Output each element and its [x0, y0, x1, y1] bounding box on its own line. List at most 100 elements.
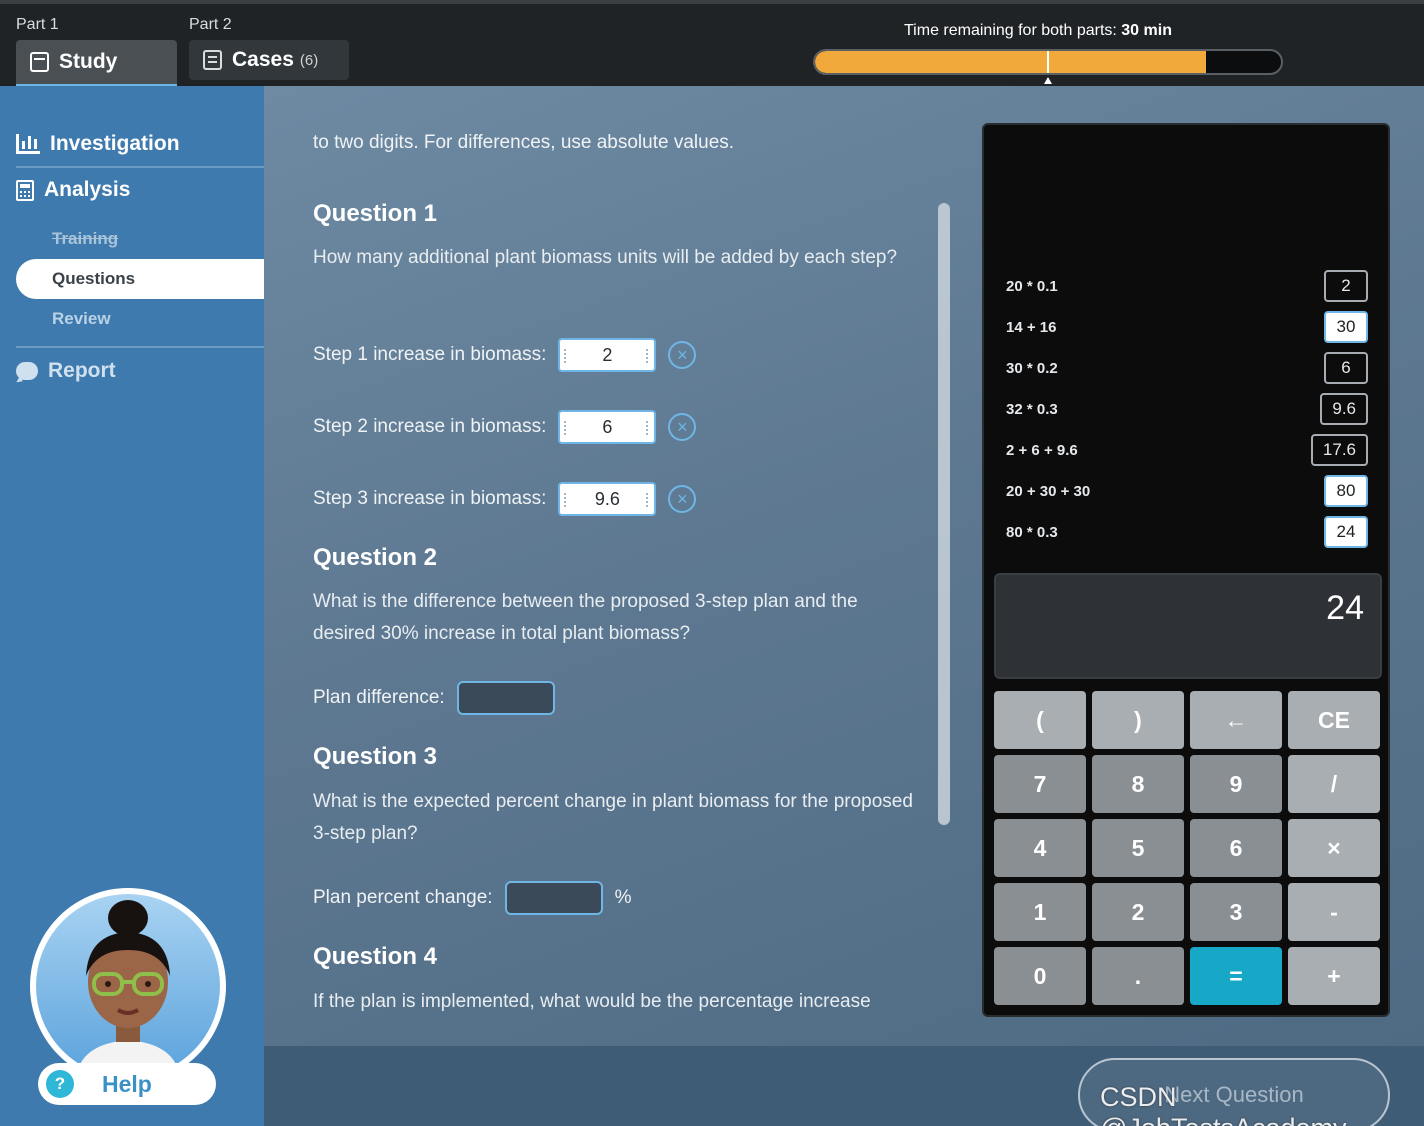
tab-study[interactable]: Study — [16, 40, 177, 88]
calc-key[interactable]: ( — [994, 691, 1086, 749]
calculator-icon — [16, 179, 34, 201]
calc-key[interactable]: / — [1288, 755, 1380, 813]
sidebar-item-training[interactable]: Training — [52, 229, 118, 249]
history-row: 2 + 6 + 9.6 17.6 — [1006, 433, 1368, 467]
calc-key[interactable]: 1 — [994, 883, 1086, 941]
sidebar-analysis-label: Analysis — [44, 178, 131, 201]
step-3-field-row: Step 3 increase in biomass: 9.6 × — [313, 482, 697, 516]
step-3-input[interactable]: 9.6 — [558, 482, 657, 516]
sidebar-item-investigation[interactable]: Investigation — [16, 132, 180, 156]
step-2-field-row: Step 2 increase in biomass: 6 × — [313, 410, 697, 444]
question-1-title: Question 1 — [313, 200, 438, 227]
question-3-text: What is the expected percent change in p… — [313, 791, 913, 844]
calc-key[interactable]: 9 — [1190, 755, 1282, 813]
calc-key[interactable]: 3 — [1190, 883, 1282, 941]
calc-key[interactable]: CE — [1288, 691, 1380, 749]
help-button[interactable]: ? Help — [38, 1063, 216, 1105]
question-4-title: Question 4 — [313, 943, 438, 970]
calc-key[interactable]: + — [1288, 947, 1380, 1005]
help-label: Help — [102, 1070, 152, 1097]
part1-label: Part 1 — [16, 16, 59, 33]
timer-midpoint-marker — [1047, 51, 1049, 73]
timer-label: Time remaining for both parts: 30 min — [904, 22, 1172, 40]
sidebar-item-review[interactable]: Review — [52, 309, 111, 329]
bar-chart-icon — [16, 134, 40, 154]
history-row: 80 * 0.3 24 — [1006, 515, 1368, 549]
calc-key[interactable]: 2 — [1092, 883, 1184, 941]
plan-difference-input[interactable] — [456, 681, 555, 715]
plan-difference-row: Plan difference: — [313, 681, 555, 715]
clear-icon[interactable]: × — [668, 413, 697, 441]
timer-caret-icon — [1044, 77, 1052, 84]
avatar[interactable] — [30, 888, 226, 1084]
calculator: 20 * 0.1 2 14 + 16 30 30 * 0.2 6 32 * 0.3 9.6 2 … — [982, 123, 1390, 1017]
calc-key[interactable]: 7 — [994, 755, 1086, 813]
step-1-label: Step 1 increase in biomass: — [313, 344, 547, 365]
history-expression: 20 * 0.1 — [1006, 277, 1058, 295]
calc-key[interactable]: 6 — [1190, 819, 1282, 877]
content-scrollbar[interactable] — [938, 203, 950, 825]
sidebar-item-questions[interactable]: Questions — [16, 259, 264, 299]
speech-bubble-icon — [16, 362, 38, 380]
history-expression: 14 + 16 — [1006, 318, 1057, 336]
history-row: 30 * 0.2 6 — [1006, 351, 1368, 385]
sidebar-divider — [16, 346, 264, 348]
history-value-button[interactable]: 24 — [1324, 516, 1368, 548]
help-icon: ? — [46, 1070, 74, 1098]
sidebar-item-report[interactable]: Report — [16, 359, 116, 383]
history-expression: 2 + 6 + 9.6 — [1006, 441, 1078, 459]
history-value-button[interactable]: 9.6 — [1320, 393, 1368, 425]
calc-key[interactable]: ) — [1092, 691, 1184, 749]
part2-label: Part 2 — [189, 16, 232, 33]
watermark: CSDN @JobTestsAcademy — [1100, 1082, 1347, 1126]
question-1-text: How many additional plant biomass units … — [313, 247, 898, 268]
avatar-character-illustration — [76, 900, 180, 1078]
history-value-button[interactable]: 17.6 — [1310, 434, 1368, 466]
plan-percent-change-label: Plan percent change: — [313, 887, 493, 908]
question-4-text: If the plan is implemented, what would b… — [313, 991, 871, 1012]
calc-key[interactable]: = — [1190, 947, 1282, 1005]
avatar-image — [36, 894, 220, 1078]
sidebar-report-label: Report — [48, 359, 116, 382]
plan-percent-change-input[interactable] — [504, 881, 603, 915]
history-expression: 32 * 0.3 — [1006, 400, 1058, 418]
history-row: 32 * 0.3 9.6 — [1006, 392, 1368, 426]
instructions-text: to two digits. For differences, use abso… — [313, 132, 735, 153]
clear-icon[interactable]: × — [668, 341, 697, 369]
calc-key[interactable]: . — [1092, 947, 1184, 1005]
sidebar-item-analysis[interactable]: Analysis — [16, 178, 130, 202]
history-row: 20 + 30 + 30 80 — [1006, 474, 1368, 508]
question-2-title: Question 2 — [313, 544, 438, 571]
plan-percent-change-row: Plan percent change: % — [313, 881, 631, 915]
calc-key[interactable]: ← — [1190, 691, 1282, 749]
calc-key[interactable]: × — [1288, 819, 1380, 877]
history-value-button[interactable]: 2 — [1324, 270, 1368, 302]
history-row: 20 * 0.1 2 — [1006, 269, 1368, 303]
calc-key[interactable]: 0 — [994, 947, 1086, 1005]
calc-key[interactable]: 8 — [1092, 755, 1184, 813]
calculator-display: 24 — [994, 573, 1382, 679]
tab-cases[interactable]: Cases (6) — [189, 40, 349, 80]
sidebar-investigation-label: Investigation — [50, 132, 180, 155]
step-2-input[interactable]: 6 — [558, 410, 657, 444]
timer-value: 30 min — [1121, 22, 1172, 39]
cases-count: (6) — [299, 51, 319, 69]
sidebar-divider — [16, 166, 264, 168]
calc-key[interactable]: - — [1288, 883, 1380, 941]
calc-key[interactable]: 5 — [1092, 819, 1184, 877]
calc-key[interactable]: 4 — [994, 819, 1086, 877]
history-value-button[interactable]: 30 — [1324, 311, 1368, 343]
step-1-input[interactable]: 2 — [558, 338, 657, 372]
history-expression: 20 + 30 + 30 — [1006, 482, 1091, 500]
clear-icon[interactable]: × — [668, 485, 697, 513]
history-row: 14 + 16 30 — [1006, 310, 1368, 344]
history-value-button[interactable]: 80 — [1324, 475, 1368, 507]
step-1-field-row: Step 1 increase in biomass: 2 × — [313, 338, 697, 372]
question-3-title: Question 3 — [313, 743, 438, 770]
history-expression: 80 * 0.3 — [1006, 523, 1058, 541]
step-2-label: Step 2 increase in biomass: — [313, 416, 547, 437]
history-value-button[interactable]: 6 — [1324, 352, 1368, 384]
history-expression: 30 * 0.2 — [1006, 359, 1058, 377]
top-bar: Part 1 Part 2 Study Cases (6) Time remai… — [0, 0, 1424, 88]
timer-prefix: Time remaining for both parts: — [904, 22, 1117, 39]
